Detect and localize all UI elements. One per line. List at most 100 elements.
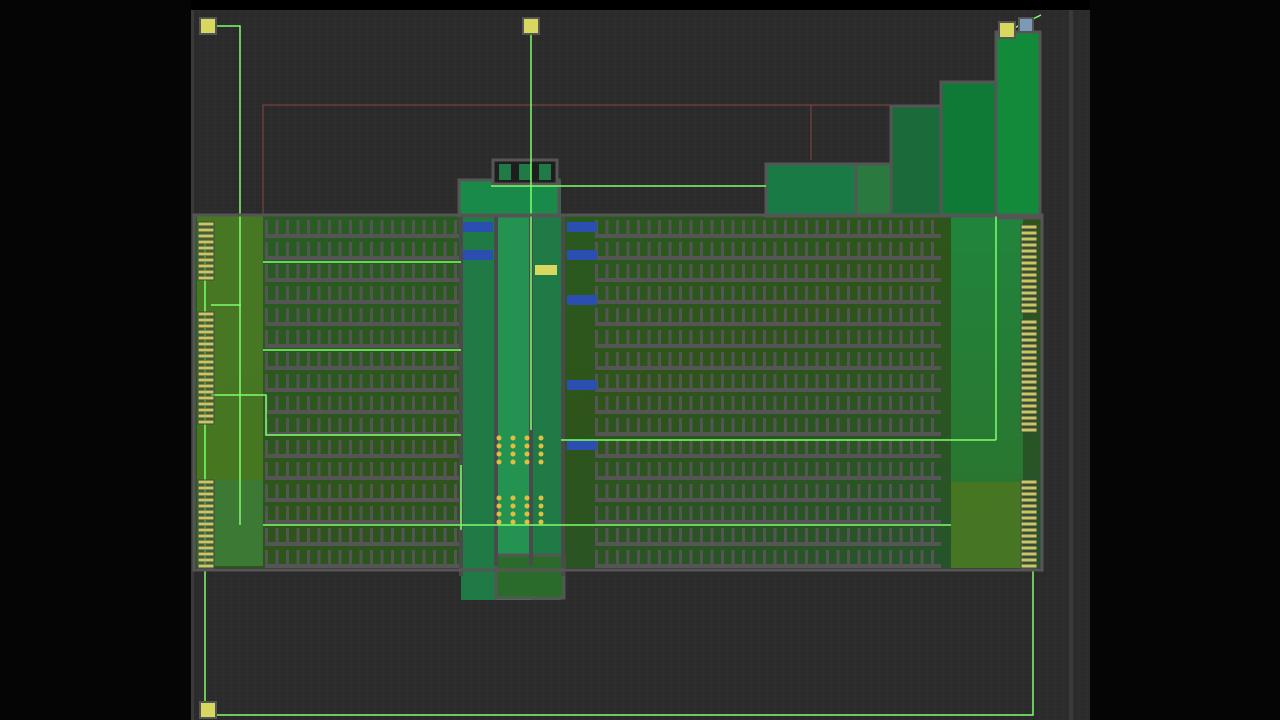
pillar [595, 330, 598, 345]
pillar [731, 242, 735, 257]
pillar [668, 418, 672, 433]
colony-map[interactable] [191, 10, 1090, 720]
pillar [857, 418, 861, 433]
pillar [317, 462, 321, 477]
pillar [710, 242, 714, 257]
pillar [433, 396, 436, 411]
pillar [422, 286, 426, 301]
node-top-right [998, 21, 1016, 39]
pillar [637, 242, 640, 257]
pillar [794, 352, 798, 367]
generator [524, 459, 530, 465]
pillar [359, 418, 363, 433]
pillar [370, 330, 373, 345]
pillar [910, 352, 913, 367]
pillar [296, 330, 300, 345]
pillar [847, 440, 850, 455]
node-top-center [522, 17, 540, 35]
pillar [710, 462, 714, 477]
pillar [359, 308, 363, 323]
pillar [689, 528, 693, 543]
pillar [370, 264, 373, 279]
battery [1020, 479, 1038, 485]
pillar [412, 440, 415, 455]
pillar [805, 308, 808, 323]
pillar [626, 286, 630, 301]
pillar [433, 506, 436, 521]
pillar [815, 396, 819, 411]
battery [1020, 563, 1038, 569]
pillar [826, 506, 829, 521]
pillar [857, 374, 861, 389]
generator [524, 503, 530, 509]
pillar [349, 506, 352, 521]
pillar [815, 374, 819, 389]
right-oxygen-pocket-b [951, 482, 1023, 568]
water-reservoir [463, 222, 493, 232]
pillar [878, 264, 882, 279]
battery [1020, 421, 1038, 427]
pillar [443, 418, 447, 433]
pillar [931, 550, 934, 565]
pillar [731, 396, 735, 411]
pillar [847, 330, 850, 345]
pillar [668, 308, 672, 323]
battery [1020, 308, 1038, 314]
generator [524, 519, 530, 525]
pillar [857, 528, 861, 543]
battery [197, 275, 215, 281]
pillar [328, 308, 331, 323]
pillar [910, 330, 913, 345]
pillar [920, 506, 924, 521]
pillar [422, 550, 426, 565]
battery [1020, 266, 1038, 272]
pillar [454, 418, 457, 433]
battery [1020, 290, 1038, 296]
pillar [422, 462, 426, 477]
pillar [275, 330, 279, 345]
pillar [910, 462, 913, 477]
battery [1020, 248, 1038, 254]
pillar [784, 242, 787, 257]
pillar [647, 396, 651, 411]
battery [1020, 491, 1038, 497]
pillar [605, 462, 609, 477]
pillar [847, 264, 850, 279]
pillar [868, 418, 871, 433]
game-viewport[interactable] [191, 10, 1090, 720]
pillar [721, 308, 724, 323]
pillar [857, 220, 861, 235]
pillar [794, 396, 798, 411]
pillar [658, 286, 661, 301]
pillar [391, 396, 394, 411]
generator [510, 451, 516, 457]
pillar [433, 440, 436, 455]
pillar [868, 550, 871, 565]
pillar [868, 396, 871, 411]
pillar [338, 308, 342, 323]
pillar [380, 220, 384, 235]
pillar [296, 484, 300, 499]
pillar [380, 418, 384, 433]
pillar [275, 418, 279, 433]
pillar [931, 264, 934, 279]
pillar [647, 220, 651, 235]
pillar [794, 330, 798, 345]
pillar [338, 484, 342, 499]
pillar [826, 242, 829, 257]
pillar [349, 440, 352, 455]
pillar [359, 286, 363, 301]
pillar [307, 484, 310, 499]
pillar [380, 286, 384, 301]
pillar [752, 396, 756, 411]
pillar [784, 396, 787, 411]
pillar [815, 484, 819, 499]
pillar [679, 286, 682, 301]
pillar [689, 550, 693, 565]
pillar [700, 352, 703, 367]
pillar [328, 440, 331, 455]
pillar [710, 352, 714, 367]
pillar [275, 352, 279, 367]
pillar [307, 220, 310, 235]
battery [197, 521, 215, 527]
